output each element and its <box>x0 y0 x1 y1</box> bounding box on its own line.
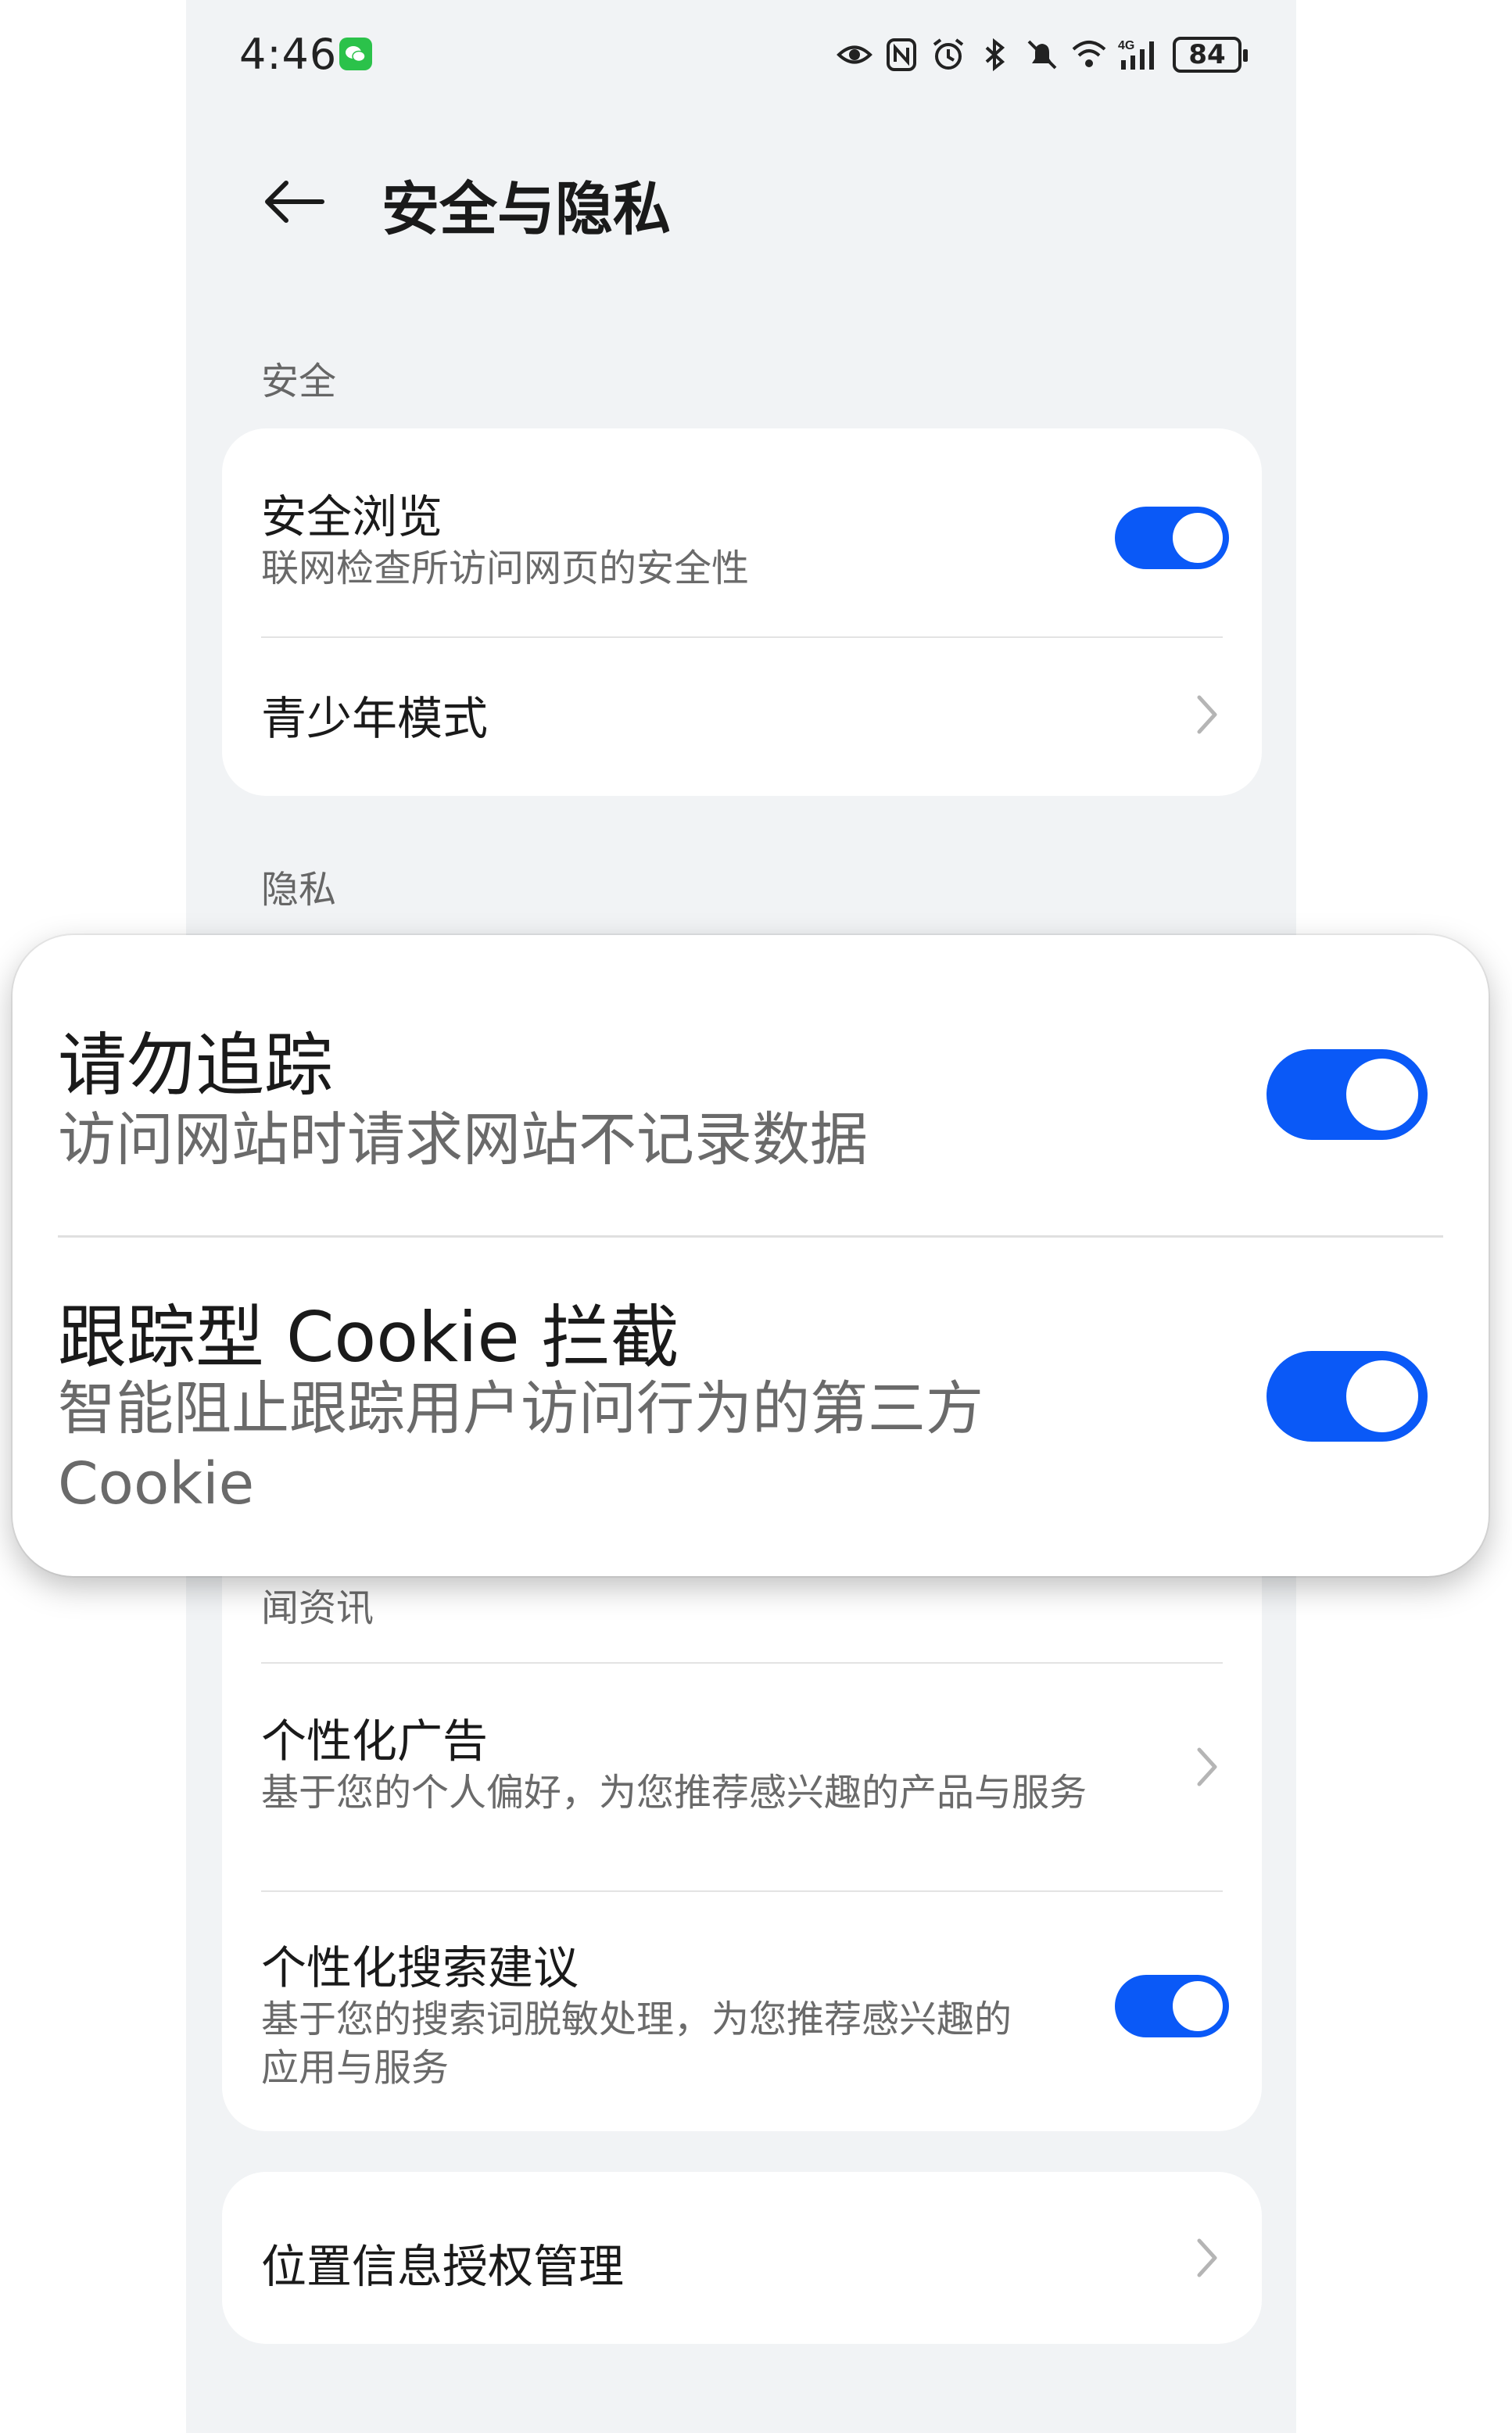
security-card: 安全浏览 联网检查所访问网页的安全性 青少年模式 <box>222 428 1262 796</box>
app-header: 安全与隐私 <box>186 149 1296 243</box>
personalized-ads-subtitle: 基于您的个人偏好，为您推荐感兴趣的产品与服务 <box>261 1771 1087 1815</box>
toggle-knob <box>1346 1059 1418 1131</box>
toggle-knob <box>1173 513 1223 563</box>
cookie-block-title: 跟踪型 Cookie 拦截 <box>58 1297 679 1378</box>
eye-icon <box>837 45 872 64</box>
status-icons: 4G 84 <box>837 33 1248 77</box>
section-label-privacy: 隐私 <box>261 868 337 912</box>
personalized-search-subtitle: 基于您的搜索词脱敏处理，为您推荐感兴趣的应用与服务 <box>261 1998 1012 2090</box>
section-label-security: 安全 <box>261 360 337 403</box>
toggle-knob <box>1346 1360 1418 1432</box>
wechat-icon <box>339 38 372 70</box>
personalized-ads-row[interactable]: 个性化广告 基于您的个人偏好，为您推荐感兴趣的产品与服务 <box>222 1664 1262 1890</box>
chevron-right-icon <box>1197 1747 1217 1786</box>
alarm-icon <box>933 38 964 70</box>
location-card[interactable]: 位置信息授权管理 <box>222 2172 1262 2344</box>
battery-indicator: 84 <box>1173 37 1248 73</box>
teen-mode-row[interactable]: 青少年模式 <box>222 638 1262 794</box>
svg-text:4G: 4G <box>1118 39 1134 52</box>
signal-4g-icon: 4G <box>1118 39 1154 70</box>
status-time: 4:46 <box>239 30 338 79</box>
status-bar: 4:46 4G 84 <box>186 0 1296 109</box>
safe-browsing-toggle[interactable] <box>1115 507 1229 569</box>
nfc-icon <box>887 38 916 71</box>
personalized-search-toggle[interactable] <box>1115 1975 1229 2037</box>
do-not-track-title: 请勿追踪 <box>58 1025 334 1105</box>
chevron-right-icon <box>1197 2238 1217 2277</box>
toggle-knob <box>1173 1981 1223 2031</box>
zoom-callout: 请勿追踪 访问网站时请求网站不记录数据 跟踪型 Cookie 拦截 智能阻止跟踪… <box>13 935 1489 1576</box>
divider <box>58 1235 1443 1238</box>
mute-icon <box>1027 40 1057 70</box>
safe-browsing-subtitle: 联网检查所访问网页的安全性 <box>261 546 750 590</box>
teen-mode-title: 青少年模式 <box>261 692 489 745</box>
cookie-block-toggle[interactable] <box>1267 1351 1428 1442</box>
back-button[interactable] <box>256 164 331 239</box>
cookie-block-row[interactable]: 跟踪型 Cookie 拦截 智能阻止跟踪用户访问行为的第三方Cookie <box>13 1238 1489 1575</box>
news-subtitle-tail: 闻资讯 <box>261 1586 374 1630</box>
personalized-search-row[interactable]: 个性化搜索建议 基于您的搜索词脱敏处理，为您推荐感兴趣的应用与服务 <box>222 1892 1262 2127</box>
cookie-block-subtitle: 智能阻止跟踪用户访问行为的第三方Cookie <box>58 1375 984 1517</box>
personalized-ads-title: 个性化广告 <box>261 1715 489 1768</box>
do-not-track-row[interactable]: 请勿追踪 访问网站时请求网站不记录数据 <box>13 935 1489 1235</box>
chevron-right-icon <box>1197 695 1217 734</box>
location-title: 位置信息授权管理 <box>261 2240 625 2293</box>
wifi-icon <box>1072 41 1106 67</box>
do-not-track-subtitle: 访问网站时请求网站不记录数据 <box>58 1106 868 1174</box>
personalized-search-title: 个性化搜索建议 <box>261 1941 579 1994</box>
bluetooth-icon <box>985 38 1005 72</box>
page-title: 安全与隐私 <box>382 176 671 243</box>
safe-browsing-title: 安全浏览 <box>261 490 443 543</box>
do-not-track-toggle[interactable] <box>1267 1049 1428 1140</box>
safe-browsing-row[interactable]: 安全浏览 联网检查所访问网页的安全性 <box>222 428 1262 638</box>
arrow-left-icon <box>265 181 324 223</box>
